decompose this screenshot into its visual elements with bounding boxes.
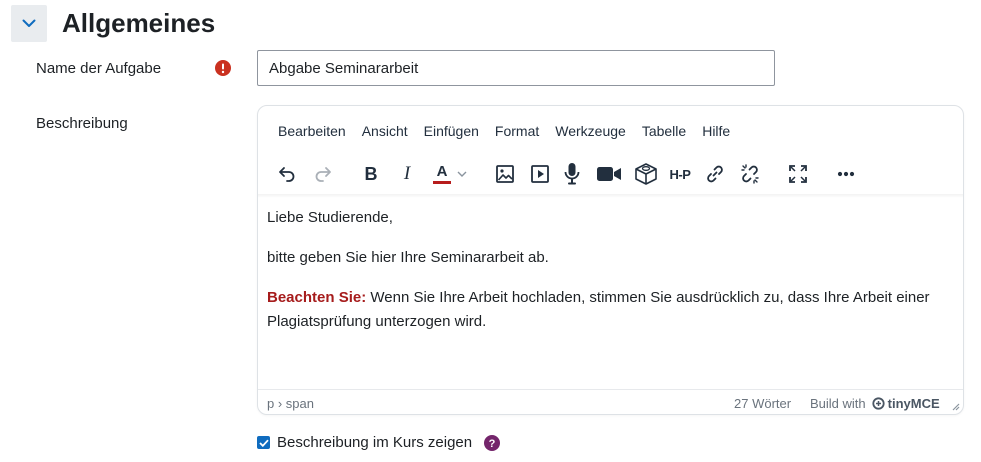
video-camera-icon	[597, 167, 621, 181]
cube-icon	[635, 163, 657, 185]
brand-prefix: Build with	[810, 396, 866, 411]
content-paragraph: Beachten Sie: Wenn Sie Ihre Arbeit hochl…	[267, 286, 947, 334]
more-options-button[interactable]	[833, 158, 859, 190]
undo-button[interactable]	[274, 158, 300, 190]
insert-image-button[interactable]	[492, 158, 518, 190]
record-audio-button[interactable]	[560, 158, 584, 190]
show-description-label[interactable]: Beschreibung im Kurs zeigen	[277, 434, 472, 451]
editor-content[interactable]: Liebe Studierende, bitte geben Sie hier …	[267, 206, 947, 334]
brand-name: tinyMCE	[887, 396, 940, 411]
resize-handle-icon[interactable]	[951, 402, 960, 411]
undo-icon	[279, 167, 295, 182]
rich-text-editor: Bearbeiten Ansicht Einfügen Format Werkz…	[257, 105, 964, 415]
insert-link-button[interactable]	[702, 158, 728, 190]
assignment-name-input[interactable]	[257, 50, 775, 86]
bold-button[interactable]: B	[358, 158, 384, 190]
unlink-icon	[741, 164, 759, 184]
section-collapse-toggle[interactable]	[11, 5, 47, 42]
editor-menubar: Bearbeiten Ansicht Einfügen Format Werkz…	[270, 122, 738, 140]
record-video-button[interactable]	[595, 158, 623, 190]
image-icon	[496, 165, 514, 183]
element-path[interactable]: p › span	[267, 396, 314, 411]
menu-bearbeiten[interactable]: Bearbeiten	[270, 122, 354, 140]
video-play-icon	[531, 165, 549, 183]
text-color-button[interactable]: A	[428, 158, 472, 190]
chevron-down-icon	[22, 19, 36, 27]
word-count[interactable]: 27 Wörter	[734, 396, 791, 411]
menu-ansicht[interactable]: Ansicht	[354, 122, 416, 140]
show-description-checkbox[interactable]	[257, 436, 270, 449]
text-color-swatch: A	[433, 164, 451, 184]
menu-hilfe[interactable]: Hilfe	[694, 122, 738, 140]
content-paragraph: bitte geben Sie hier Ihre Seminararbeit …	[267, 249, 549, 266]
fullscreen-icon	[789, 165, 807, 183]
show-description-row: Beschreibung im Kurs zeigen ?	[257, 434, 501, 451]
insert-media-button[interactable]	[527, 158, 553, 190]
chevron-down-icon	[457, 171, 467, 177]
menu-einfuegen[interactable]: Einfügen	[416, 122, 487, 140]
redo-icon	[315, 167, 331, 182]
name-label: Name der Aufgabe	[36, 60, 162, 77]
question-circle-icon[interactable]: ?	[484, 434, 501, 451]
unlink-button[interactable]	[737, 158, 763, 190]
exclamation-circle-icon	[215, 60, 231, 76]
warning-label: Beachten Sie:	[267, 289, 367, 306]
menu-tabelle[interactable]: Tabelle	[634, 122, 694, 140]
link-icon	[707, 165, 723, 183]
description-label: Beschreibung	[36, 115, 128, 132]
microphone-icon	[564, 163, 580, 185]
toolbar-divider	[258, 194, 963, 198]
italic-button[interactable]: I	[394, 158, 420, 190]
checkmark-icon	[258, 439, 269, 447]
fullscreen-button[interactable]	[785, 158, 811, 190]
ellipsis-icon	[837, 171, 855, 177]
text-color-letter: A	[436, 163, 448, 180]
section-title: Allgemeines	[62, 8, 216, 38]
tinymce-logo-icon	[872, 397, 885, 410]
redo-button[interactable]	[310, 158, 336, 190]
svg-text:?: ?	[489, 438, 496, 450]
text-color-bar	[433, 181, 451, 184]
menu-werkzeuge[interactable]: Werkzeuge	[547, 122, 634, 140]
warning-text: Wenn Sie Ihre Arbeit hochladen, stimmen …	[267, 289, 930, 330]
editor-statusbar: p › span 27 Wörter Build with tinyMCE	[258, 389, 963, 414]
insert-3d-button[interactable]	[632, 158, 660, 190]
content-paragraph: Liebe Studierende,	[267, 209, 393, 226]
editor-toolbar: B I A H-P	[258, 158, 963, 192]
h5p-button[interactable]: H-P	[666, 158, 694, 190]
menu-format[interactable]: Format	[487, 122, 547, 140]
tinymce-branding[interactable]: Build with tinyMCE	[810, 396, 940, 411]
